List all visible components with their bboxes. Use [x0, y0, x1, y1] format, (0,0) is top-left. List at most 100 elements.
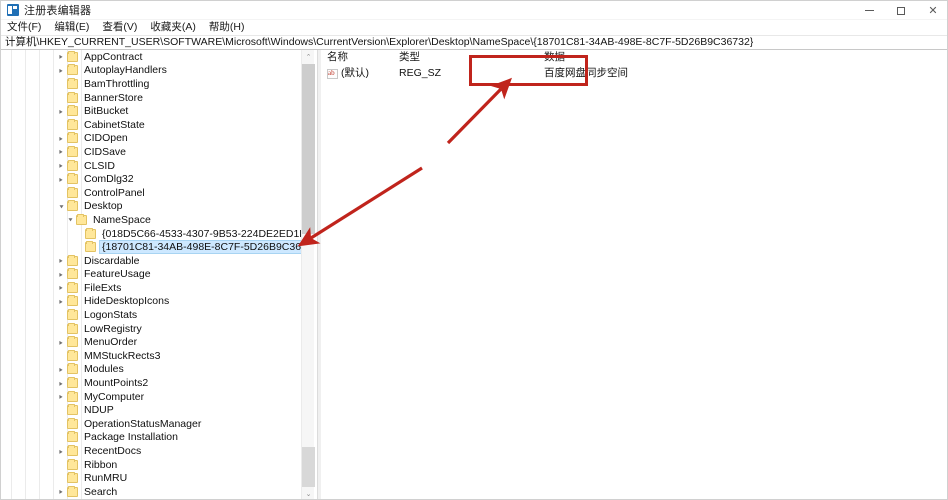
- tree-item-label: Desktop: [82, 200, 125, 212]
- scrollbar-thumb[interactable]: [302, 64, 315, 234]
- tree-spacer: [56, 417, 67, 431]
- tree-item-018d5c66-4533-4307-9b53-224de2ed1fe6[interactable]: {018D5C66-4533-4307-9B53-224DE2ED1FE6}: [2, 227, 302, 241]
- tree-item-ndup[interactable]: NDUP: [2, 403, 302, 417]
- chevron-right-icon[interactable]: ▸: [56, 295, 67, 309]
- menu-item-favorites[interactable]: 收藏夹(A): [150, 20, 203, 35]
- tree-item-label: NDUP: [82, 404, 116, 416]
- tree-item-label: MountPoints2: [82, 377, 150, 389]
- tree-item-featureusage[interactable]: ▸FeatureUsage: [2, 268, 302, 282]
- tree-item-bitbucket[interactable]: ▸BitBucket: [2, 104, 302, 118]
- folder-icon: [67, 93, 78, 103]
- tree-item-clsid[interactable]: ▸CLSID: [2, 159, 302, 173]
- chevron-right-icon[interactable]: ▸: [56, 254, 67, 268]
- tree-item-package-installation[interactable]: Package Installation: [2, 431, 302, 445]
- chevron-right-icon[interactable]: ▸: [56, 363, 67, 377]
- chevron-right-icon[interactable]: ▸: [56, 132, 67, 146]
- chevron-right-icon[interactable]: ▸: [56, 335, 67, 349]
- maximize-button[interactable]: [885, 1, 917, 20]
- tree-item-label: Search: [82, 486, 119, 498]
- tree-item-autoplayhandlers[interactable]: ▸AutoplayHandlers: [2, 64, 302, 78]
- chevron-right-icon[interactable]: ▸: [56, 485, 67, 499]
- chevron-right-icon[interactable]: ▸: [56, 281, 67, 295]
- tree-spacer: [56, 431, 67, 445]
- chevron-right-icon[interactable]: ▸: [56, 159, 67, 173]
- tree-spacer: [56, 308, 67, 322]
- close-icon: ✕: [928, 5, 937, 16]
- chevron-right-icon[interactable]: ▸: [56, 104, 67, 118]
- tree-item-bannerstore[interactable]: BannerStore: [2, 91, 302, 105]
- tree-item-label: ControlPanel: [82, 187, 147, 199]
- tree-item-logonstats[interactable]: LogonStats: [2, 308, 302, 322]
- menu-item-file[interactable]: 文件(F): [7, 20, 48, 35]
- tree-item-appcontract[interactable]: ▸AppContract: [2, 50, 302, 64]
- tree-item-runmru[interactable]: RunMRU: [2, 471, 302, 485]
- tree-item-desktop[interactable]: ▾ Desktop: [2, 200, 302, 214]
- tree-item-cidsave[interactable]: ▸CIDSave: [2, 145, 302, 159]
- tree-item-controlpanel[interactable]: ControlPanel: [2, 186, 302, 200]
- main-content: ▸AppContract▸AutoplayHandlersBamThrottli…: [1, 50, 948, 500]
- tree-item-bamthrottling[interactable]: BamThrottling: [2, 77, 302, 91]
- tree-vertical-scrollbar[interactable]: ⌃ ⌄: [301, 50, 314, 500]
- tree-item-lowregistry[interactable]: LowRegistry: [2, 322, 302, 336]
- value-type-cell: REG_SZ: [393, 65, 538, 82]
- tree-item-fileexts[interactable]: ▸FileExts: [2, 281, 302, 295]
- chevron-right-icon[interactable]: ▸: [56, 50, 67, 64]
- tree-item-search[interactable]: ▸ Search: [2, 485, 302, 499]
- registry-tree[interactable]: ▸AppContract▸AutoplayHandlersBamThrottli…: [2, 50, 302, 500]
- tree-item-cidopen[interactable]: ▸ CIDOpen: [2, 132, 302, 146]
- folder-icon: [67, 65, 78, 75]
- tree-item-18701c81-34ab-498e-8c7f-5d26b9c36732[interactable]: {18701C81-34AB-498E-8C7F-5D26B9C36732}: [2, 240, 302, 254]
- chevron-right-icon[interactable]: ▸: [56, 172, 67, 186]
- column-header-data[interactable]: 数据: [538, 50, 838, 64]
- tree-item-label: CIDOpen: [82, 132, 130, 144]
- chevron-right-icon[interactable]: ▸: [56, 64, 67, 78]
- tree-item-cabinetstate[interactable]: CabinetState: [2, 118, 302, 132]
- scroll-down-icon[interactable]: ⌄: [302, 487, 315, 500]
- column-header-name[interactable]: 名称: [321, 50, 393, 64]
- menu-item-edit[interactable]: 编辑(E): [54, 20, 96, 35]
- table-row[interactable]: (默认) REG_SZ 百度网盘同步空间: [321, 65, 948, 82]
- tree-item-operationstatusmanager[interactable]: OperationStatusManager: [2, 417, 302, 431]
- menu-item-view[interactable]: 查看(V): [102, 20, 144, 35]
- folder-icon: [67, 432, 78, 442]
- tree-item-menuorder[interactable]: ▸MenuOrder: [2, 335, 302, 349]
- tree-spacer: [74, 227, 85, 241]
- tree-item-comdlg32[interactable]: ▸ComDlg32: [2, 172, 302, 186]
- registry-values-pane: 名称 类型 数据 (默认) REG_SZ 百度网盘同步空间: [321, 50, 948, 500]
- close-button[interactable]: ✕: [917, 1, 948, 20]
- chevron-right-icon[interactable]: ▸: [56, 390, 67, 404]
- chevron-right-icon[interactable]: ▸: [56, 268, 67, 282]
- folder-icon: [67, 79, 78, 89]
- address-bar[interactable]: 计算机\HKEY_CURRENT_USER\SOFTWARE\Microsoft…: [1, 35, 948, 50]
- window-title: 注册表编辑器: [24, 2, 91, 18]
- tree-item-label: Package Installation: [82, 431, 180, 443]
- scrollbar-track-lower[interactable]: [302, 447, 315, 487]
- chevron-right-icon[interactable]: ▸: [56, 376, 67, 390]
- minimize-button[interactable]: [853, 1, 885, 20]
- value-data-cell: 百度网盘同步空间: [538, 65, 838, 82]
- title-bar: 注册表编辑器 ✕: [1, 1, 948, 20]
- tree-item-label: CabinetState: [82, 119, 147, 131]
- tree-item-modules[interactable]: ▸Modules: [2, 363, 302, 377]
- chevron-down-icon[interactable]: ▾: [65, 213, 76, 227]
- tree-item-discardable[interactable]: ▸Discardable: [2, 254, 302, 268]
- tree-item-mmstuckrects3[interactable]: MMStuckRects3: [2, 349, 302, 363]
- tree-item-label: LogonStats: [82, 309, 139, 321]
- scroll-up-icon[interactable]: ⌃: [302, 50, 315, 64]
- tree-item-namespace[interactable]: ▾NameSpace: [2, 213, 302, 227]
- tree-item-mountpoints2[interactable]: ▸ MountPoints2: [2, 376, 302, 390]
- tree-spacer: [56, 471, 67, 485]
- tree-item-label: LowRegistry: [82, 323, 144, 335]
- tree-item-ribbon[interactable]: Ribbon: [2, 458, 302, 472]
- tree-item-mycomputer[interactable]: ▸MyComputer: [2, 390, 302, 404]
- registry-editor-window: 注册表编辑器 ✕ 文件(F) 编辑(E) 查看(V) 收藏夹(A) 帮助(H) …: [0, 0, 948, 500]
- tree-item-label: RecentDocs: [82, 445, 143, 457]
- chevron-right-icon[interactable]: ▸: [56, 145, 67, 159]
- chevron-right-icon[interactable]: ▸: [56, 444, 67, 458]
- column-header-type[interactable]: 类型: [393, 50, 538, 64]
- tree-item-recentdocs[interactable]: ▸ RecentDocs: [2, 444, 302, 458]
- tree-spacer: [56, 458, 67, 472]
- menu-item-help[interactable]: 帮助(H): [209, 20, 252, 35]
- chevron-down-icon[interactable]: ▾: [56, 200, 67, 214]
- tree-item-hidedesktopicons[interactable]: ▸HideDesktopIcons: [2, 295, 302, 309]
